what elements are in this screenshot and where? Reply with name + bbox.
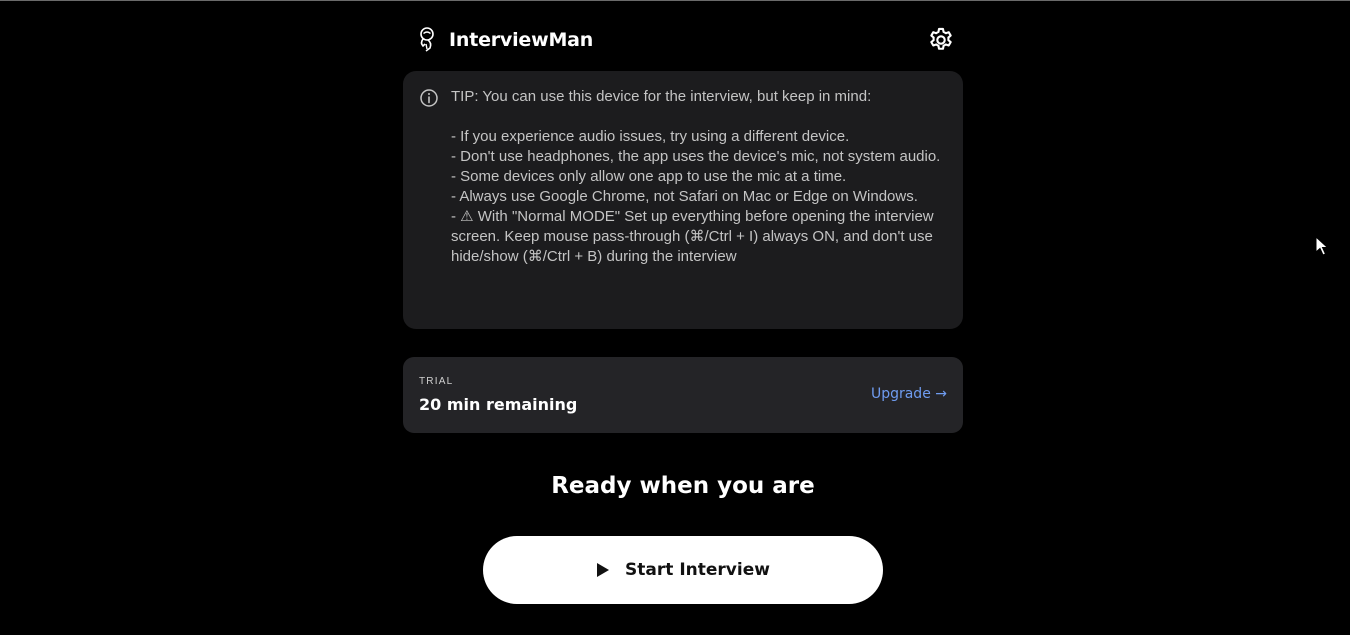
trial-remaining-time: 20 min remaining xyxy=(419,395,578,414)
app-title: InterviewMan xyxy=(449,29,594,51)
gear-icon[interactable] xyxy=(927,26,955,54)
tip-card: TIP: You can use this device for the int… xyxy=(403,71,963,329)
header: InterviewMan xyxy=(403,22,963,58)
start-interview-button[interactable]: Start Interview xyxy=(483,536,883,604)
play-icon xyxy=(597,563,610,577)
trial-card: TRIAL 20 min remaining Upgrade → xyxy=(403,357,963,433)
upgrade-link[interactable]: Upgrade → xyxy=(871,386,947,402)
trial-label: TRIAL xyxy=(419,376,454,387)
astronaut-logo-icon xyxy=(420,27,434,52)
mouse-cursor-icon xyxy=(1315,236,1329,256)
ready-heading: Ready when you are xyxy=(551,473,815,499)
start-interview-label: Start Interview xyxy=(625,560,770,580)
tip-text: TIP: You can use this device for the int… xyxy=(451,88,941,265)
app-panel: InterviewMan TIP: You can use this devic… xyxy=(403,0,963,635)
info-icon xyxy=(420,89,438,107)
